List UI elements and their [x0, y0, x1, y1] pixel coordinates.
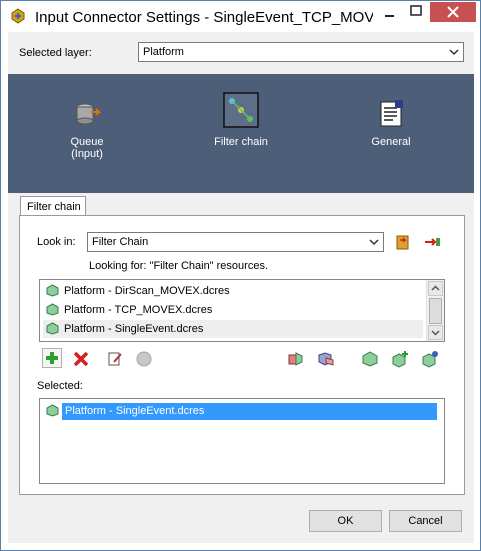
minimize-button[interactable]: [376, 2, 402, 22]
dialog-client: Selected layer: Platform Queue (Input) F…: [8, 32, 474, 543]
chevron-down-icon: [449, 49, 459, 56]
minimize-icon: [385, 15, 394, 17]
list-item[interactable]: Platform - TCP_MOVEX.dcres: [43, 301, 423, 319]
resource-cube-icon[interactable]: [361, 350, 379, 368]
add-icon[interactable]: [42, 348, 62, 368]
resource-cube-icon: [46, 322, 59, 335]
selected-layer-combo[interactable]: Platform: [138, 42, 464, 62]
list-item[interactable]: Platform - SingleEvent.dcres: [43, 320, 423, 338]
list-item-label: Platform - TCP_MOVEX.dcres: [64, 304, 213, 316]
close-button[interactable]: [430, 2, 476, 22]
scroll-down-button[interactable]: [428, 325, 443, 340]
resource-list[interactable]: Platform - DirScan_MOVEX.dcres Platform …: [39, 279, 445, 342]
chain-view-icon[interactable]: [317, 350, 335, 368]
selected-layer-label: Selected layer:: [19, 47, 92, 59]
title-bar[interactable]: Input Connector Settings - SingleEvent_T…: [1, 1, 480, 32]
look-in-combo[interactable]: Filter Chain: [87, 232, 384, 252]
resource-cube-icon: [46, 284, 59, 297]
chevron-up-icon: [431, 285, 440, 291]
selected-layer-value: Platform: [143, 46, 184, 58]
nav-filter-chain-label: Filter chain: [214, 136, 268, 148]
look-in-value: Filter Chain: [92, 236, 149, 248]
chevron-down-icon: [369, 239, 379, 246]
nav-queue-label-1: Queue: [70, 136, 104, 148]
nav-queue-label-2: (Input): [71, 148, 103, 160]
chain-add-icon[interactable]: [287, 350, 305, 368]
new-resource-icon[interactable]: [391, 350, 409, 368]
look-in-label: Look in:: [37, 236, 76, 248]
edit-icon[interactable]: [106, 350, 124, 368]
close-icon: [447, 6, 459, 18]
go-to-resource-icon[interactable]: [423, 233, 441, 251]
selected-list[interactable]: Platform - SingleEvent.dcres: [39, 398, 445, 484]
list-item-label: Platform - DirScan_MOVEX.dcres: [64, 285, 230, 297]
nav-general-label: General: [371, 136, 411, 148]
app-icon: [11, 8, 25, 24]
nav-item-general[interactable]: General: [358, 98, 424, 148]
filter-chain-icon: [223, 92, 259, 128]
maximize-button[interactable]: [403, 2, 429, 22]
properties-disabled-icon[interactable]: [135, 350, 153, 368]
cancel-button[interactable]: Cancel: [389, 510, 462, 532]
filter-chain-tab-page: Look in: Filter Chain Looking for: "Filt…: [19, 215, 465, 495]
tab-filter-chain[interactable]: Filter chain: [20, 196, 86, 216]
selected-list-item-label: Platform - SingleEvent.dcres: [65, 405, 205, 417]
list-item[interactable]: Platform - DirScan_MOVEX.dcres: [43, 282, 423, 300]
resource-cube-icon: [46, 404, 59, 417]
browse-folder-icon[interactable]: [394, 233, 412, 251]
resource-list-scrollbar[interactable]: [426, 280, 444, 341]
remove-icon[interactable]: [72, 350, 90, 368]
window-title: Input Connector Settings - SingleEvent_T…: [35, 9, 373, 26]
chevron-down-icon: [431, 330, 440, 336]
general-icon: [380, 100, 403, 127]
nav-item-queue[interactable]: Queue (Input): [50, 98, 124, 160]
queue-icon: [76, 103, 102, 125]
list-item-label: Platform - SingleEvent.dcres: [64, 323, 204, 335]
scroll-up-button[interactable]: [428, 281, 443, 296]
selected-list-item[interactable]: Platform - SingleEvent.dcres: [44, 403, 437, 420]
ok-button[interactable]: OK: [309, 510, 382, 532]
looking-for-text: Looking for: "Filter Chain" resources.: [89, 260, 268, 272]
nav-item-filter-chain[interactable]: Filter chain: [208, 92, 274, 148]
resource-settings-icon[interactable]: [421, 350, 439, 368]
settings-nav-panel: Queue (Input) Filter chain General: [8, 74, 474, 193]
selected-label: Selected:: [37, 380, 83, 392]
maximize-icon: [410, 5, 422, 16]
scroll-thumb[interactable]: [429, 298, 442, 324]
dialog-window: Input Connector Settings - SingleEvent_T…: [0, 0, 481, 551]
resource-cube-icon: [46, 303, 59, 316]
